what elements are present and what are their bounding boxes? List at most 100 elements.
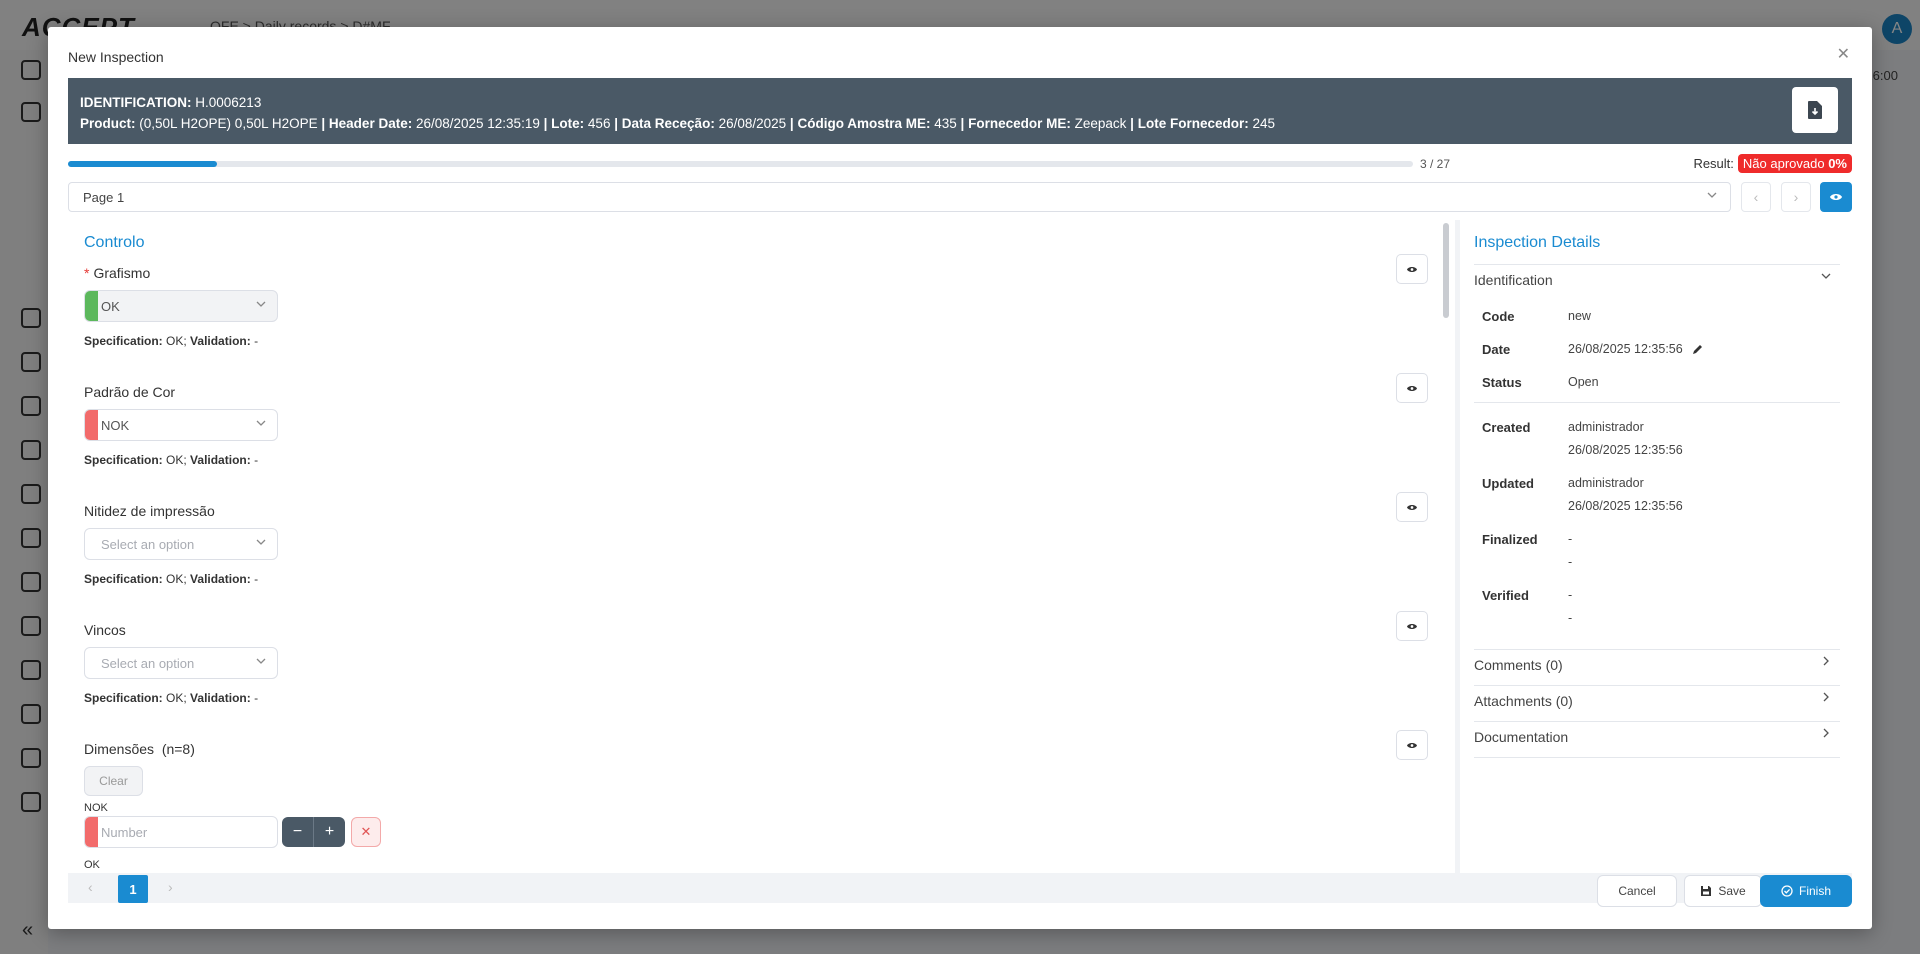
attachments-section-header[interactable]: Attachments (0) bbox=[1474, 693, 1573, 709]
date-label: Date bbox=[1482, 342, 1511, 357]
view-field-button[interactable] bbox=[1396, 373, 1428, 403]
toggle-details-button[interactable] bbox=[1820, 182, 1852, 212]
detail-value: 245 bbox=[1252, 116, 1276, 131]
chevron-down-icon bbox=[255, 417, 267, 432]
details-title: Inspection Details bbox=[1474, 234, 1601, 251]
save-button[interactable]: Save bbox=[1684, 875, 1762, 907]
minus-icon[interactable]: − bbox=[282, 817, 314, 847]
inspection-details-panel: Inspection Details Identification Code n… bbox=[1460, 220, 1852, 873]
grafismo-select[interactable]: OK bbox=[84, 290, 278, 322]
code-label: Code bbox=[1482, 309, 1515, 324]
content-panel: Controlo * Grafismo OK Specification: OK;… bbox=[68, 220, 1852, 903]
view-field-button[interactable] bbox=[1396, 254, 1428, 284]
form-scrollbar[interactable] bbox=[1443, 223, 1449, 318]
chevron-right-icon[interactable] bbox=[1820, 727, 1832, 742]
cancel-button[interactable]: Cancel bbox=[1597, 875, 1677, 907]
identification-line: IDENTIFICATION: H.0006213 bbox=[80, 92, 1840, 113]
padrao-de-cor-select[interactable]: NOK bbox=[84, 409, 278, 441]
specification-text: Specification: OK; Validation: - bbox=[84, 691, 258, 705]
finalized-label: Finalized bbox=[1482, 532, 1538, 547]
close-icon[interactable]: ✕ bbox=[1837, 47, 1850, 63]
edit-icon[interactable] bbox=[1692, 343, 1704, 358]
nitidez-select[interactable]: Select an option bbox=[84, 528, 278, 560]
save-icon bbox=[1701, 886, 1712, 896]
eye-icon bbox=[1830, 194, 1842, 200]
updated-at: 26/08/2025 12:35:56 bbox=[1568, 499, 1683, 513]
dimension-number-input[interactable]: Number bbox=[84, 816, 278, 848]
progress-bar bbox=[68, 161, 1413, 167]
previous-page-button[interactable]: ‹ bbox=[1741, 182, 1771, 212]
progress-bar-fill bbox=[68, 161, 218, 167]
remove-value-button[interactable]: ✕ bbox=[351, 817, 381, 847]
pagination-next-icon[interactable]: › bbox=[168, 879, 173, 895]
result-indicator: Result: Não aprovado 0% bbox=[1693, 154, 1852, 173]
download-report-button[interactable] bbox=[1792, 87, 1838, 133]
spec-value: OK; bbox=[166, 334, 187, 348]
inspection-form: Controlo * Grafismo OK Specification: OK;… bbox=[68, 220, 1455, 873]
number-placeholder: Number bbox=[101, 825, 148, 840]
validation-value: - bbox=[254, 691, 259, 705]
divider bbox=[1474, 649, 1840, 650]
pagination-page[interactable]: 1 bbox=[118, 875, 148, 903]
finish-label: Finish bbox=[1798, 884, 1831, 898]
cancel-label: Cancel bbox=[1618, 884, 1656, 898]
chevron-down-icon bbox=[1706, 189, 1718, 204]
pagination-prev-icon[interactable]: ‹ bbox=[88, 879, 93, 895]
chevron-right-icon[interactable] bbox=[1820, 691, 1832, 706]
detail-label: Header Date: bbox=[328, 116, 413, 131]
required-marker: * bbox=[84, 265, 90, 281]
detail-label: Lote Fornecedor: bbox=[1137, 116, 1249, 131]
clear-button[interactable]: Clear bbox=[84, 766, 143, 796]
chevron-right-icon: › bbox=[1793, 189, 1799, 205]
specification-text: Specification: OK; Validation: - bbox=[84, 453, 258, 467]
progress-row: 3 / 27 Result: Não aprovado 0% bbox=[68, 154, 1852, 174]
result-status: Não aprovado bbox=[1742, 156, 1825, 171]
chevron-down-icon bbox=[255, 655, 267, 670]
field-label-dimensoes: Dimensões (n=8) bbox=[84, 741, 195, 757]
vincos-select[interactable]: Select an option bbox=[84, 647, 278, 679]
verified-at: - bbox=[1568, 611, 1573, 625]
select-placeholder: Select an option bbox=[101, 656, 195, 671]
status-value: Open bbox=[1568, 375, 1599, 389]
result-label: Result: bbox=[1693, 156, 1734, 171]
detail-label: Data Receção: bbox=[621, 116, 715, 131]
detail-value: Zeepack bbox=[1074, 116, 1127, 131]
quantity-stepper[interactable]: − + bbox=[282, 817, 345, 847]
page-navigation-row: Page 1 ‹ › bbox=[68, 182, 1852, 212]
new-inspection-modal: New Inspection ✕ IDENTIFICATION: H.00062… bbox=[48, 27, 1872, 929]
eye-icon bbox=[1407, 266, 1417, 272]
view-field-button[interactable] bbox=[1396, 730, 1428, 760]
detail-value: (0,50L H2OPE) 0,50L H2OPE bbox=[139, 116, 318, 131]
finish-button[interactable]: Finish bbox=[1760, 875, 1852, 907]
specification-text: Specification: OK; Validation: - bbox=[84, 334, 258, 348]
view-field-button[interactable] bbox=[1396, 492, 1428, 522]
view-field-button[interactable] bbox=[1396, 611, 1428, 641]
chevron-left-icon: ‹ bbox=[1753, 189, 1759, 205]
detail-label: Product: bbox=[80, 116, 136, 131]
comments-section-header[interactable]: Comments (0) bbox=[1474, 657, 1563, 673]
validation-value: - bbox=[254, 334, 259, 348]
status-label: Status bbox=[1482, 375, 1522, 390]
result-badge: Não aprovado 0% bbox=[1737, 154, 1852, 173]
spec-label: Specification: bbox=[84, 691, 163, 705]
chevron-down-icon bbox=[255, 298, 267, 313]
plus-icon[interactable]: + bbox=[314, 817, 345, 847]
close-icon: ✕ bbox=[360, 824, 372, 839]
identification-section-header[interactable]: Identification bbox=[1474, 272, 1553, 288]
page-select[interactable]: Page 1 bbox=[68, 182, 1731, 212]
specification-text: Specification: OK; Validation: - bbox=[84, 572, 258, 586]
created-label: Created bbox=[1482, 420, 1531, 435]
validation-label: Validation: bbox=[190, 453, 251, 467]
documentation-section-header[interactable]: Documentation bbox=[1474, 729, 1568, 745]
divider bbox=[1474, 685, 1840, 686]
chevron-down-icon[interactable] bbox=[1820, 270, 1832, 285]
spec-label: Specification: bbox=[84, 453, 163, 467]
eye-icon bbox=[1407, 742, 1417, 748]
detail-label: Fornecedor ME: bbox=[968, 116, 1071, 131]
spec-value: OK; bbox=[166, 453, 187, 467]
section-title: Controlo bbox=[84, 234, 145, 251]
progress-count: 3 / 27 bbox=[1420, 157, 1451, 171]
check-circle-icon bbox=[1781, 885, 1793, 897]
chevron-right-icon[interactable] bbox=[1820, 655, 1832, 670]
next-page-button[interactable]: › bbox=[1781, 182, 1811, 212]
